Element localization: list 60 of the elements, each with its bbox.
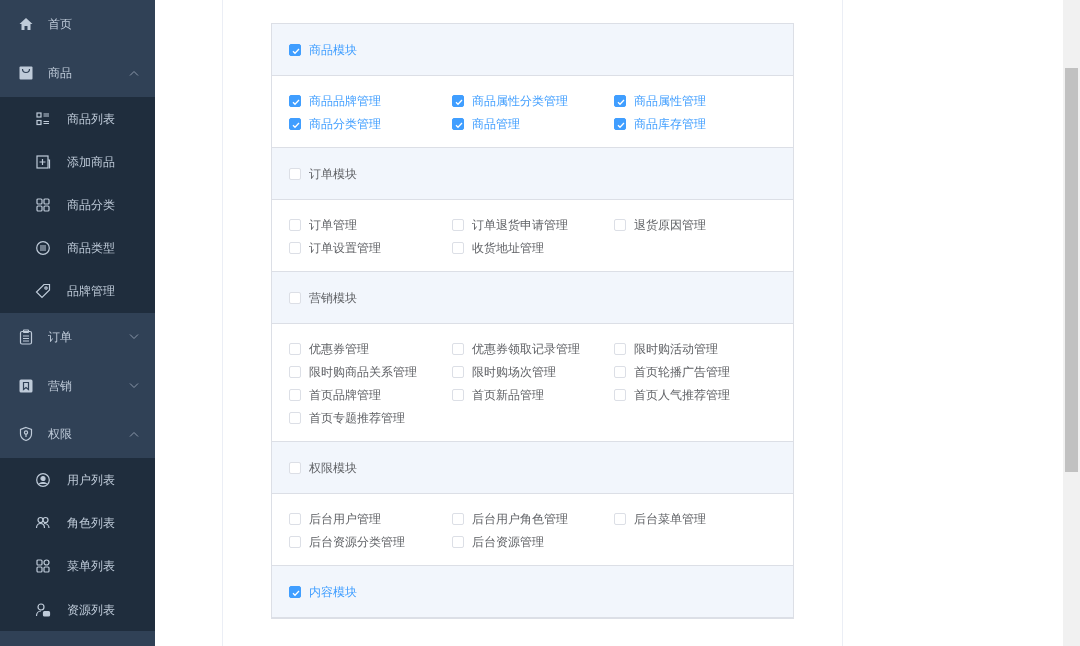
checkbox[interactable] <box>614 95 626 107</box>
checkbox-label[interactable]: 订单管理 <box>309 216 357 234</box>
tag-icon <box>35 283 51 300</box>
submenu-item[interactable]: 添加商品 <box>0 140 155 184</box>
checkbox-label[interactable]: 限时购活动管理 <box>634 340 718 358</box>
checkbox-label[interactable]: 退货原因管理 <box>634 216 706 234</box>
checkbox-label[interactable]: 订单退货申请管理 <box>472 216 568 234</box>
checkbox-label[interactable]: 限时购商品关系管理 <box>309 363 417 381</box>
checkbox-label[interactable]: 首页轮播广告管理 <box>634 363 730 381</box>
clipboard-icon <box>18 329 34 346</box>
submenu-item[interactable]: 资源列表 <box>0 588 155 632</box>
sidebar-item[interactable]: 营销 <box>0 361 155 410</box>
grid-circle-icon <box>35 558 51 575</box>
checkbox[interactable] <box>452 95 464 107</box>
sidebar-item[interactable]: 首页 <box>0 0 155 49</box>
checkbox-label[interactable]: 营销模块 <box>309 288 357 307</box>
checkbox[interactable] <box>289 95 301 107</box>
grid-icon <box>35 196 51 213</box>
plus-square-icon <box>35 153 51 170</box>
submenu-item[interactable]: 菜单列表 <box>0 544 155 588</box>
sidebar-item[interactable]: 商品 <box>0 48 155 97</box>
checkbox-label[interactable]: 首页人气推荐管理 <box>634 386 730 404</box>
checkbox[interactable] <box>289 118 301 130</box>
scrollbar[interactable] <box>1063 0 1080 646</box>
checkbox-label[interactable]: 后台资源分类管理 <box>309 533 405 551</box>
user-lock-icon <box>35 601 51 618</box>
checkbox-label[interactable]: 后台资源管理 <box>472 533 544 551</box>
user-circle-icon <box>35 472 51 489</box>
list-icon <box>35 110 51 127</box>
submenu-item[interactable]: 商品列表 <box>0 97 155 141</box>
checkbox-label[interactable]: 优惠券领取记录管理 <box>472 340 580 358</box>
submenu-item[interactable]: 用户列表 <box>0 458 155 502</box>
checkbox-label[interactable]: 收货地址管理 <box>472 239 544 257</box>
checkbox-label[interactable]: 权限模块 <box>309 458 357 477</box>
scrollbar-thumb[interactable] <box>1065 68 1078 472</box>
home-icon <box>18 16 34 33</box>
checkbox[interactable] <box>289 43 301 56</box>
checkbox-label[interactable]: 后台用户管理 <box>309 510 381 528</box>
submenu-item[interactable]: 品牌管理 <box>0 269 155 313</box>
submenu-item[interactable]: 商品分类 <box>0 183 155 227</box>
checkbox-label[interactable]: 优惠券管理 <box>309 340 369 358</box>
checkbox[interactable] <box>452 118 464 130</box>
bookmark-icon <box>18 377 34 394</box>
checkbox-label[interactable]: 后台用户角色管理 <box>472 510 568 528</box>
circle-list-icon <box>35 240 51 257</box>
bag-icon <box>18 64 34 81</box>
checkbox-label[interactable]: 限时购场次管理 <box>472 363 556 381</box>
checkbox-label[interactable]: 首页专题推荐管理 <box>309 409 405 427</box>
submenu-item[interactable]: 角色列表 <box>0 501 155 545</box>
checkbox-label[interactable]: 首页品牌管理 <box>309 386 381 404</box>
checkbox[interactable] <box>614 118 626 130</box>
submenu-item[interactable]: 商品类型 <box>0 226 155 270</box>
shield-icon <box>18 426 34 443</box>
checkbox[interactable] <box>289 585 301 598</box>
checkbox-label[interactable]: 订单设置管理 <box>309 239 381 257</box>
checkbox-label[interactable]: 订单模块 <box>309 164 357 183</box>
checkbox-label[interactable]: 首页新品管理 <box>472 386 544 404</box>
checkbox-label[interactable]: 后台菜单管理 <box>634 510 706 528</box>
sidebar-item[interactable]: 订单 <box>0 312 155 362</box>
sidebar-item[interactable]: 权限 <box>0 409 155 459</box>
